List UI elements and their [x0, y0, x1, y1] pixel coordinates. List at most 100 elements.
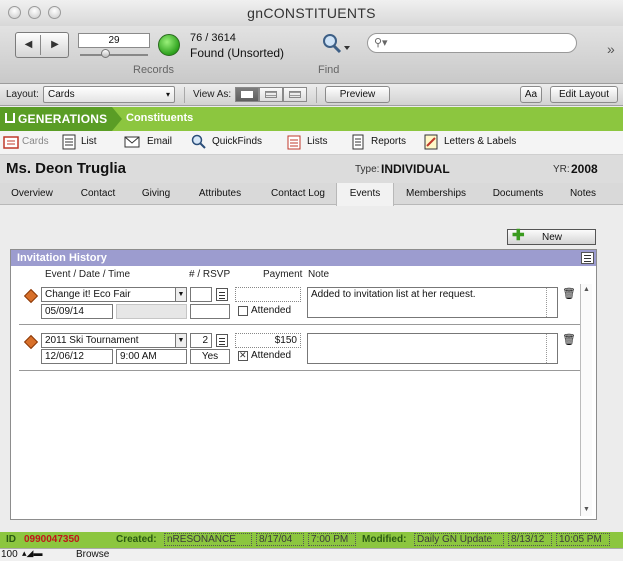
- layout-select-value: Cards: [48, 89, 75, 100]
- view-as-table-button[interactable]: [283, 87, 307, 102]
- guest-count-field[interactable]: [190, 287, 212, 302]
- column-header-payment: Payment: [263, 269, 303, 280]
- panel-menu-icon[interactable]: [581, 252, 594, 264]
- constituent-header: Ms. Deon Truglia Type: INDIVIDUAL YR: 20…: [0, 155, 623, 183]
- attended-checkbox[interactable]: [238, 350, 248, 361]
- new-event-button[interactable]: ✚ New: [507, 227, 596, 245]
- current-record-field[interactable]: 29: [78, 33, 150, 48]
- layout-select[interactable]: Cards ▾: [43, 86, 175, 103]
- rsvp-picker-icon[interactable]: [216, 334, 228, 347]
- window-title: gnCONSTITUENTS: [247, 5, 376, 21]
- list-view-icon: [265, 91, 277, 98]
- search-icon: ⚲▾: [374, 37, 388, 49]
- row-handle-diamond-icon[interactable]: [23, 288, 39, 304]
- layout-bar: Layout: Cards ▾ View As: Preview Aa Edit…: [0, 84, 623, 106]
- module-lists[interactable]: Lists: [307, 136, 328, 147]
- window-title-bar: gnCONSTITUENTS: [0, 0, 623, 26]
- records-label: Records: [133, 64, 174, 76]
- edit-layout-button[interactable]: Edit Layout: [550, 86, 618, 103]
- created-date-field: 8/17/04: [256, 533, 304, 546]
- panel-title: Invitation History: [11, 250, 596, 266]
- tab-memberships[interactable]: Memberships: [394, 183, 478, 205]
- event-time-field[interactable]: 9:00 AM: [116, 349, 187, 364]
- rsvp-field[interactable]: Yes: [190, 349, 230, 364]
- view-as-list-button[interactable]: [259, 87, 283, 102]
- zoom-controls-icon[interactable]: ▴◢▬: [22, 548, 42, 559]
- found-count: 76 / 3614: [190, 32, 236, 44]
- dropdown-arrow-icon: ▼: [175, 288, 186, 301]
- guest-count-field[interactable]: 2: [190, 333, 212, 348]
- note-field[interactable]: Added to invitation list at her request.: [307, 287, 558, 318]
- note-scroll-handle[interactable]: [546, 288, 556, 317]
- note-scroll-handle[interactable]: [546, 334, 556, 363]
- tab-attributes[interactable]: Attributes: [180, 183, 260, 205]
- module-list[interactable]: List: [81, 136, 97, 147]
- event-select[interactable]: Change it! Eco Fair ▼: [41, 287, 187, 302]
- plus-icon: ✚: [512, 227, 525, 244]
- note-field[interactable]: [307, 333, 558, 364]
- column-header-rsvp: # / RSVP: [189, 269, 231, 280]
- email-icon: [124, 136, 140, 148]
- payment-field[interactable]: $150: [235, 333, 301, 348]
- record-navigator-book[interactable]: ◀ ▶: [15, 32, 69, 58]
- delete-row-trash-icon[interactable]: 🗑: [562, 333, 576, 346]
- event-select[interactable]: 2011 Ski Tournament ▼: [41, 333, 187, 348]
- delete-row-trash-icon[interactable]: 🗑: [562, 287, 576, 300]
- event-date-field[interactable]: 05/09/14: [41, 304, 113, 319]
- home-icon: [5, 113, 15, 123]
- event-name: Change it! Eco Fair: [45, 289, 131, 300]
- list-icon: [62, 134, 76, 150]
- record-tabs: Overview Contact Giving Attributes Conta…: [0, 183, 623, 206]
- previous-record-icon[interactable]: ◀: [17, 35, 41, 55]
- view-as-form-button[interactable]: [235, 87, 259, 102]
- find-magnifier-icon[interactable]: [318, 32, 352, 56]
- window-bottom-bar: 100 ▴◢▬ Browse: [0, 548, 623, 561]
- event-date-field[interactable]: 12/06/12: [41, 349, 113, 364]
- reports-icon: [352, 134, 364, 150]
- record-slider-track[interactable]: [80, 54, 148, 56]
- module-quickfinds[interactable]: QuickFinds: [212, 136, 262, 147]
- attended-label: Attended: [251, 305, 292, 316]
- breadcrumb-arrow: [112, 107, 122, 131]
- generations-home-link[interactable]: GENERATIONS: [0, 107, 112, 131]
- view-as-label: View As:: [193, 89, 232, 100]
- found-set-pie-icon[interactable]: [158, 34, 180, 56]
- invitation-row: Change it! Eco Fair ▼ 05/09/14 Attended …: [10, 284, 576, 326]
- rsvp-picker-icon[interactable]: [216, 288, 228, 301]
- tab-contact-log[interactable]: Contact Log: [260, 183, 336, 205]
- scroll-down-arrow-icon[interactable]: ▼: [581, 505, 592, 515]
- event-name: 2011 Ski Tournament: [45, 335, 139, 346]
- tab-giving[interactable]: Giving: [132, 183, 180, 205]
- record-slider-knob[interactable]: [101, 49, 110, 58]
- lists-icon: [287, 135, 301, 150]
- tab-notes[interactable]: Notes: [558, 183, 608, 205]
- module-email[interactable]: Email: [147, 136, 172, 147]
- modified-label: Modified:: [362, 534, 407, 545]
- quickfinds-magnifier-icon: [191, 134, 206, 149]
- constituent-name: Ms. Deon Truglia: [6, 160, 127, 177]
- text-format-button[interactable]: Aa: [520, 86, 542, 103]
- zoom-level[interactable]: 100: [1, 549, 18, 560]
- year-value: 2008: [571, 162, 598, 176]
- row-handle-diamond-icon[interactable]: [23, 334, 39, 350]
- payment-field[interactable]: [235, 287, 301, 302]
- created-label: Created:: [116, 534, 157, 545]
- module-reports[interactable]: Reports: [371, 136, 406, 147]
- tab-contact[interactable]: Contact: [64, 183, 132, 205]
- next-record-icon[interactable]: ▶: [43, 35, 67, 55]
- tab-documents[interactable]: Documents: [478, 183, 558, 205]
- module-letters-labels[interactable]: Letters & Labels: [444, 136, 516, 147]
- event-time-field[interactable]: [116, 304, 187, 319]
- rsvp-field[interactable]: [190, 304, 230, 319]
- row-divider: [19, 370, 585, 371]
- toolbar-overflow-chevron-icon[interactable]: »: [607, 41, 615, 57]
- portal-scrollbar[interactable]: ▲ ▼: [580, 284, 592, 516]
- cards-icon: [3, 136, 19, 149]
- tab-overview[interactable]: Overview: [0, 183, 64, 205]
- preview-button[interactable]: Preview: [325, 86, 390, 103]
- quick-search-input[interactable]: ⚲▾: [367, 33, 577, 53]
- tab-events[interactable]: Events: [336, 183, 394, 206]
- scroll-up-arrow-icon[interactable]: ▲: [581, 285, 592, 295]
- attended-checkbox[interactable]: [238, 306, 248, 316]
- module-cards[interactable]: Cards: [22, 136, 49, 147]
